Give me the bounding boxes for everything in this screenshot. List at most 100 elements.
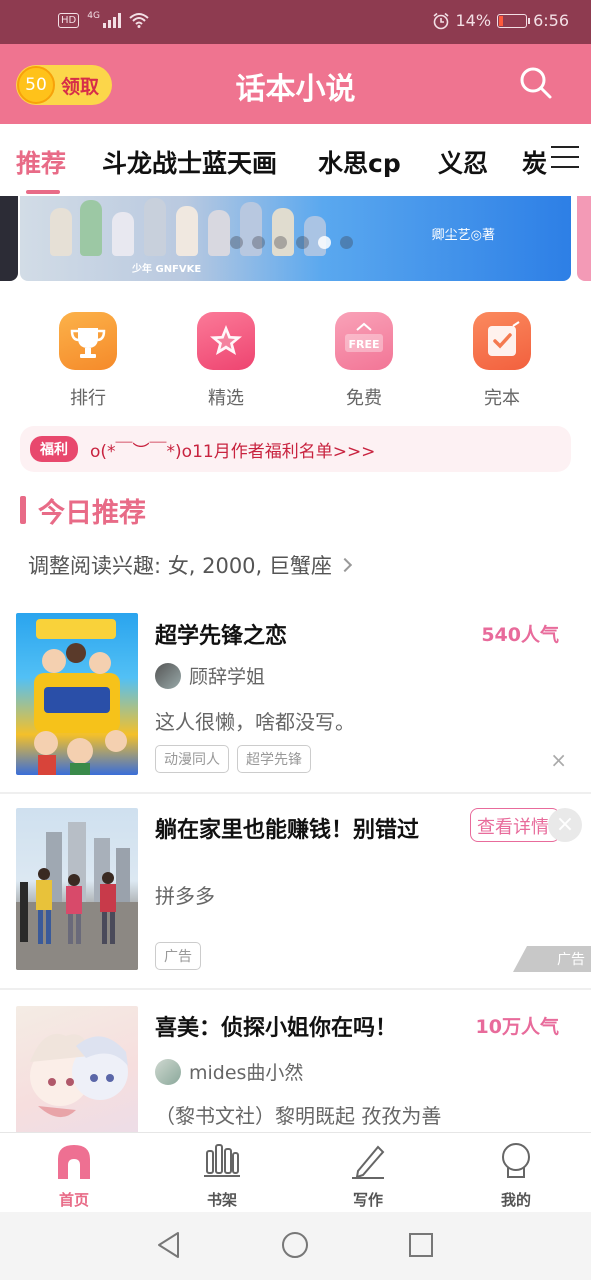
clock: 6:56 — [533, 11, 569, 30]
banner-logo: 少年 GNFVKE — [132, 264, 202, 275]
carousel-dot[interactable] — [230, 236, 243, 249]
alarm-icon — [432, 12, 449, 29]
banner-next-peek[interactable] — [577, 196, 591, 281]
profile-icon — [502, 1143, 530, 1178]
divider — [0, 988, 591, 990]
app-title: 话本小说 — [235, 72, 356, 107]
welfare-notice[interactable]: 福利 o(*￣︶￣*)o11月作者福利名单>>> — [20, 426, 571, 472]
hd-badge: HD — [58, 12, 80, 28]
nav-profile[interactable]: 我的 — [476, 1141, 556, 1210]
quick-nav-free[interactable]: FREE 免费 — [324, 312, 404, 410]
menu-icon[interactable] — [551, 146, 579, 170]
book-description: （黎书文社）黎明既起 孜孜为善 — [155, 1104, 442, 1128]
bottom-nav: 首页 书架 写作 我的 — [0, 1132, 591, 1212]
book-cover — [16, 613, 138, 775]
quick-nav-completed[interactable]: 完本 — [462, 312, 542, 410]
free-icon: FREE — [335, 312, 393, 370]
dismiss-button[interactable]: × — [550, 748, 567, 772]
carousel-dot[interactable] — [340, 236, 353, 249]
tab-1[interactable]: 斗龙战士蓝天画 — [102, 144, 277, 180]
tab-3[interactable]: 义忍 — [438, 144, 488, 180]
book-description: 这人很懒，啥都没写。 — [155, 710, 355, 734]
quick-nav-label: 完本 — [484, 388, 520, 409]
nav-label: 首页 — [58, 1191, 89, 1209]
nav-label: 写作 — [352, 1191, 383, 1209]
ad-corner-label: 广告 — [513, 946, 591, 972]
battery-percent: 14% — [455, 11, 492, 30]
author-name: mides曲小然 — [189, 1062, 304, 1084]
star-icon — [197, 312, 255, 370]
status-left: HD 4G — [58, 12, 149, 28]
wifi-icon — [129, 13, 149, 28]
section-title-text: 今日推荐 — [38, 497, 146, 529]
book-author: mides曲小然 — [155, 1058, 303, 1085]
battery-fill — [499, 15, 503, 26]
nav-write[interactable]: 写作 — [328, 1141, 408, 1210]
quick-nav: 排行 精选 FREE 免费 完本 — [0, 312, 591, 412]
recents-icon[interactable] — [406, 1230, 436, 1260]
interest-text: 调整阅读兴趣: 女, 2000, 巨蟹座 — [28, 554, 332, 578]
book-card[interactable]: 喜美：侦探小姐你在吗！ 10万人气 mides曲小然 （黎书文社）黎明既起 孜孜… — [0, 1004, 591, 1132]
nav-home[interactable]: 首页 — [34, 1141, 114, 1210]
quick-nav-label: 排行 — [70, 388, 106, 409]
welfare-text: o(*￣︶￣*)o11月作者福利名单>>> — [90, 441, 376, 462]
quick-nav-label: 免费 — [346, 388, 382, 409]
quick-nav-featured[interactable]: 精选 — [186, 312, 266, 410]
chevron-right-icon — [337, 557, 352, 573]
carousel-dot[interactable] — [318, 236, 331, 249]
tab-2[interactable]: 水思cp — [318, 144, 401, 180]
book-cover — [16, 1006, 138, 1132]
book-tags: 动漫同人 超学先锋 — [155, 745, 311, 773]
book-title: 超学先锋之恋 — [155, 624, 288, 649]
carousel-dot[interactable] — [252, 236, 265, 249]
banner-carousel[interactable]: 少年 GNFVKE 卿尘艺◎著 — [20, 196, 571, 281]
battery-icon — [497, 13, 531, 28]
divider — [0, 792, 591, 794]
book-card[interactable]: 超学先锋之恋 540人气 顾辞学姐 这人很懒，啥都没写。 动漫同人 超学先锋 × — [0, 612, 591, 792]
carousel-dots — [230, 236, 353, 249]
quick-nav-label: 精选 — [208, 388, 244, 409]
book-author: 顾辞学姐 — [155, 662, 265, 689]
status-right: 14% 6:56 — [432, 11, 569, 30]
ad-title: 躺在家里也能赚钱！别错过 — [155, 818, 420, 843]
book-title: 喜美：侦探小姐你在吗！ — [155, 1016, 398, 1041]
tab-recommend[interactable]: 推荐 — [16, 144, 66, 180]
adjust-interest-link[interactable]: 调整阅读兴趣: 女, 2000, 巨蟹座 — [28, 550, 352, 580]
home-icon — [58, 1145, 90, 1179]
pen-icon — [352, 1145, 385, 1179]
tab-indicator — [26, 190, 60, 194]
quick-nav-ranking[interactable]: 排行 — [48, 312, 128, 410]
bookshelf-icon — [204, 1144, 240, 1177]
tab-4[interactable]: 炭 — [522, 144, 547, 180]
signal-icon: 4G — [87, 12, 121, 28]
author-name: 顾辞学姐 — [189, 666, 266, 688]
back-icon[interactable] — [154, 1230, 184, 1260]
view-details-button[interactable]: 查看详情 — [470, 808, 560, 842]
network-type: 4G — [87, 11, 100, 21]
home-circle-icon[interactable] — [280, 1230, 310, 1260]
status-bar: HD 4G 14% 6:56 — [0, 0, 591, 44]
ad-tag: 广告 — [155, 942, 201, 970]
advertiser-name: 拼多多 — [155, 884, 215, 908]
search-icon[interactable] — [519, 66, 553, 100]
app-header: 50 领取 话本小说 — [0, 44, 591, 124]
trophy-icon — [59, 312, 117, 370]
check-icon — [473, 312, 531, 370]
banner-prev-peek[interactable] — [0, 196, 18, 281]
nav-label: 书架 — [206, 1191, 237, 1209]
nav-bookshelf[interactable]: 书架 — [182, 1141, 262, 1210]
tag[interactable]: 动漫同人 — [155, 745, 229, 773]
tag[interactable]: 超学先锋 — [237, 745, 311, 773]
avatar — [155, 1058, 181, 1085]
close-icon[interactable]: × — [548, 808, 582, 842]
carousel-dot[interactable] — [296, 236, 309, 249]
avatar — [155, 662, 181, 689]
carousel-dot[interactable] — [274, 236, 287, 249]
ad-image — [16, 808, 138, 970]
free-badge-text: FREE — [348, 338, 379, 351]
ad-card[interactable]: 躺在家里也能赚钱！别错过 查看详情 × 拼多多 广告 广告 — [0, 808, 591, 974]
section-bar — [20, 496, 26, 524]
ad-tags: 广告 — [155, 942, 201, 970]
popularity: 540人气 — [481, 624, 559, 646]
system-nav-bar — [0, 1212, 591, 1280]
